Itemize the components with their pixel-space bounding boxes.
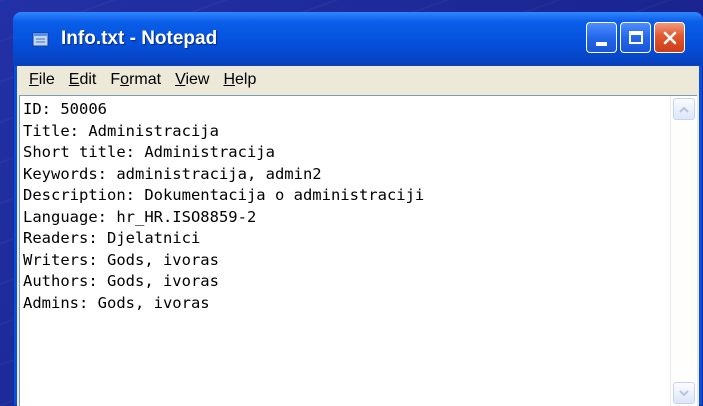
menu-help[interactable]: Help [215,71,262,89]
text-line: Description: Dokumentacija o administrac… [23,186,425,204]
text-line: Admins: Gods, ivoras [23,293,210,312]
minimize-icon [596,41,607,46]
window-client-area: File Edit Format View Help ID: 50006 Titl… [17,66,699,406]
text-line: Writers: Gods, ivoras [23,250,219,269]
title-bar[interactable]: Info.txt - Notepad [13,12,703,66]
text-line: Keywords: administracija, admin2 [23,164,322,183]
text-line: Readers: Djelatnici [23,229,201,247]
chevron-down-icon [679,389,689,396]
window-title: Info.txt - Notepad [61,28,218,49]
text-line: ID: 50006 [23,100,107,118]
scroll-down-button[interactable] [673,382,695,404]
vertical-scrollbar[interactable] [670,96,697,406]
close-icon [663,31,676,44]
text-editor[interactable]: ID: 50006 Title: Administracija Short titl… [19,95,697,406]
menu-edit[interactable]: Edit [61,71,103,89]
maximize-icon [628,31,643,44]
menu-bar: File Edit Format View Help [17,66,699,93]
minimize-button[interactable] [586,22,617,53]
menu-format[interactable]: Format [102,71,167,89]
text-line: Short title: Administracija [23,143,275,161]
text-line: Title: Administracija [23,121,219,140]
menu-view[interactable]: View [167,71,215,89]
scroll-up-button[interactable] [673,98,695,120]
text-line: Authors: Gods, ivoras [23,272,219,290]
chevron-up-icon [679,106,689,113]
text-line: Language: hr_HR.ISO8859-2 [23,207,257,226]
close-button[interactable] [654,22,685,53]
notepad-window: Info.txt - Notepad File Edit Format View… [13,12,703,406]
document-text[interactable]: ID: 50006 Title: Administracija Short titl… [23,99,424,314]
notepad-icon[interactable] [32,31,50,47]
menu-file[interactable]: File [17,71,61,89]
maximize-button[interactable] [620,22,651,53]
